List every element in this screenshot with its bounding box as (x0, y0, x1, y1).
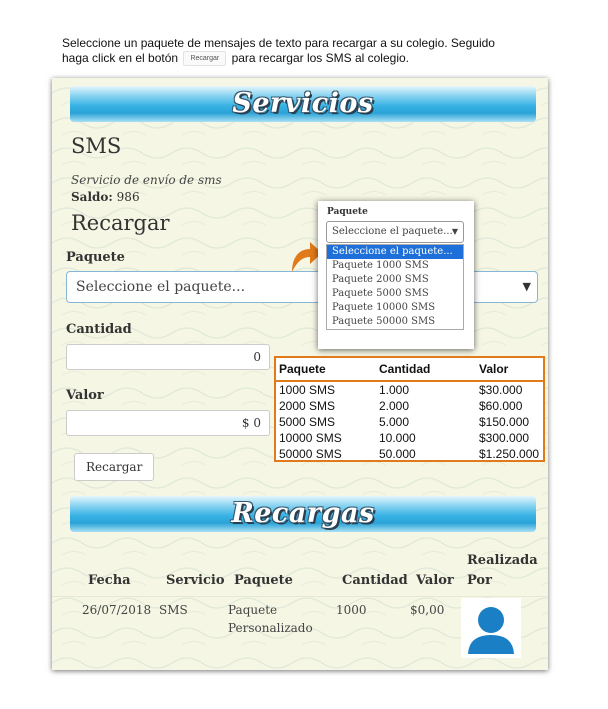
recargar-button[interactable]: Recargar (74, 453, 155, 481)
dropdown-options: Seleccione el paquete... Paquete 1000 SM… (326, 244, 464, 330)
row-paquete: Paquete Personalizado (228, 603, 313, 635)
cell: $150.000 (479, 415, 530, 429)
saldo-value: 986 (116, 190, 140, 204)
recargas-banner: Recargas (70, 496, 536, 532)
cell: $300.000 (479, 431, 530, 445)
cell: 1.000 (379, 383, 410, 397)
dropdown-option[interactable]: Seleccione el paquete... (327, 245, 463, 259)
table-row: 5000 SMS 5.000 $150.000 (276, 414, 543, 430)
sms-title: SMS (71, 134, 122, 158)
cell: 50000 SMS (279, 447, 342, 461)
cell: 1000 SMS (279, 383, 336, 397)
cell: 5000 SMS (279, 415, 336, 429)
instructions-line2b: para recargar los SMS al colegio. (231, 51, 409, 65)
paquete-select-value: Seleccione el paquete... (76, 279, 246, 295)
chevron-down-icon: ▼ (451, 227, 458, 236)
servicios-banner: Servicios (70, 86, 536, 122)
cell: $60.000 (479, 399, 523, 413)
user-avatar-icon (461, 598, 521, 658)
row-cantidad: 1000 (336, 603, 367, 617)
dropdown-option[interactable]: Paquete 10000 SMS (327, 301, 463, 315)
cantidad-label: Cantidad (66, 322, 132, 337)
table-row: 50000 SMS 50.000 $1.250.000 (276, 446, 543, 462)
price-col-cantidad: Cantidad (379, 362, 431, 376)
cantidad-input[interactable]: 0 (66, 344, 270, 370)
paquete-dropdown-popup: Paquete Seleccione el paquete... ▼ Selec… (318, 201, 474, 349)
col-servicio: Servicio (166, 573, 225, 588)
price-table-header: Paquete Cantidad Valor (276, 358, 543, 382)
dropdown-option[interactable]: Paquete 2000 SMS (327, 273, 463, 287)
col-realizada: Realizada (467, 553, 538, 568)
dropdown-select[interactable]: Seleccione el paquete... ▼ (326, 221, 464, 243)
cell: 2.000 (379, 399, 410, 413)
table-row: 2000 SMS 2.000 $60.000 (276, 398, 543, 414)
recargar-title: Recargar (71, 211, 170, 235)
col-valor: Valor (416, 573, 454, 588)
cell: $1.250.000 (479, 447, 540, 461)
dropdown-option[interactable]: Paquete 5000 SMS (327, 287, 463, 301)
chevron-down-icon: ▼ (522, 280, 531, 293)
cell: 10.000 (379, 431, 416, 445)
cell: $30.000 (479, 383, 523, 397)
col-paquete: Paquete (234, 573, 293, 588)
valor-input[interactable]: $ 0 (66, 410, 270, 436)
servicios-banner-title: Servicios (232, 88, 374, 119)
dropdown-label: Paquete (327, 207, 368, 217)
cell: 50.000 (379, 447, 416, 461)
valor-label: Valor (66, 388, 104, 403)
col-realizada-por: Por (467, 573, 492, 588)
dropdown-option[interactable]: Paquete 1000 SMS (327, 259, 463, 273)
row-valor: $0,00 (410, 603, 445, 617)
dropdown-selected-value: Seleccione el paquete... (332, 226, 453, 237)
col-fecha: Fecha (88, 573, 131, 588)
cell: 2000 SMS (279, 399, 336, 413)
instructions: Seleccione un paquete de mensajes de tex… (62, 36, 532, 67)
saldo-label: Saldo (71, 190, 109, 204)
price-col-valor: Valor (479, 362, 509, 376)
recargas-table-header: Fecha Servicio Paquete Cantidad Valor Re… (52, 553, 548, 593)
col-cantidad: Cantidad (342, 573, 408, 588)
saldo: Saldo: 986 (71, 190, 140, 204)
price-col-paquete: Paquete (279, 362, 326, 376)
table-row: 10000 SMS 10.000 $300.000 (276, 430, 543, 446)
table-row: 1000 SMS 1.000 $30.000 (276, 382, 543, 398)
row-servicio: SMS (159, 603, 188, 617)
recargas-banner-title: Recargas (231, 498, 375, 529)
row-fecha: 26/07/2018 (82, 603, 152, 617)
sms-description: Servicio de envío de sms (71, 173, 222, 187)
cell: 10000 SMS (279, 431, 342, 445)
cell: 5.000 (379, 415, 410, 429)
inline-recargar-button: Recargar (183, 51, 227, 67)
paquete-label: Paquete (66, 250, 125, 265)
instructions-line2a: haga click en el botón (62, 51, 179, 65)
dropdown-option[interactable]: Paquete 50000 SMS (327, 315, 463, 329)
price-table: Paquete Cantidad Valor 1000 SMS 1.000 $3… (274, 356, 545, 462)
instructions-line1: Seleccione un paquete de mensajes de tex… (62, 36, 495, 50)
